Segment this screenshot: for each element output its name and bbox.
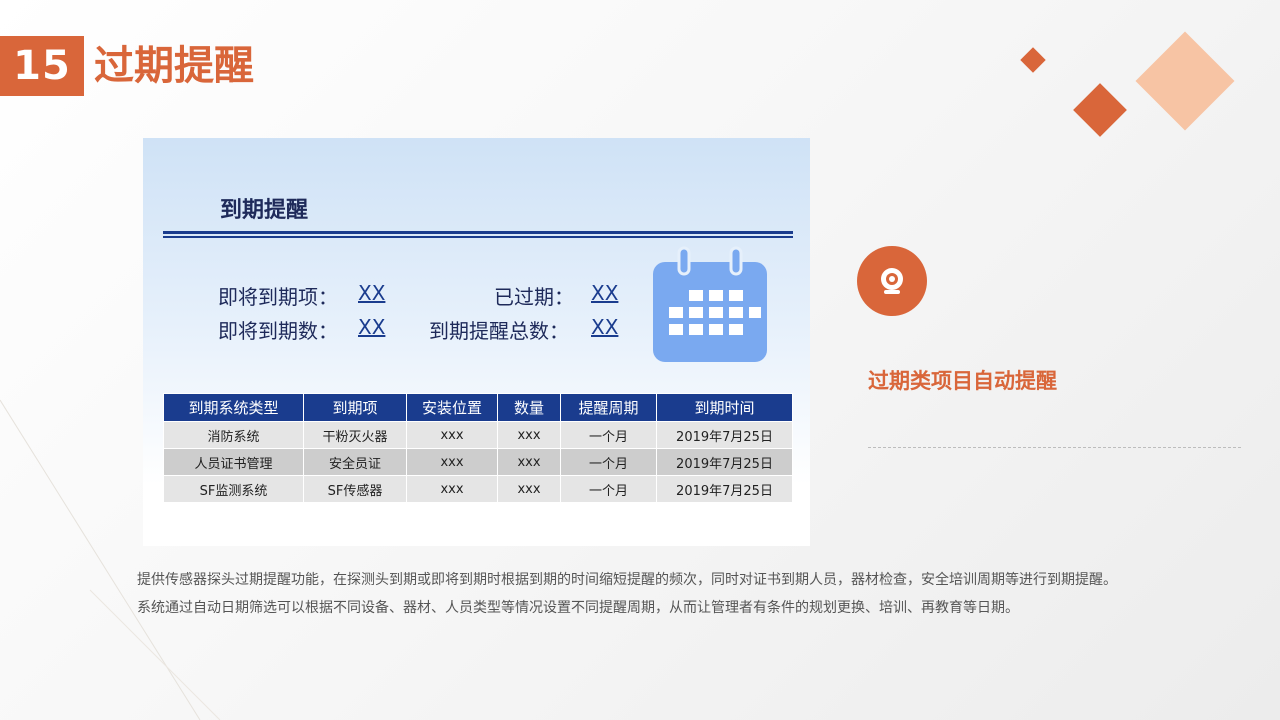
calendar-icon xyxy=(653,246,767,362)
col-header-system-type: 到期系统类型 xyxy=(163,393,304,422)
title-divider xyxy=(163,231,793,234)
table-cell: xxx xyxy=(406,475,498,503)
camera-icon xyxy=(881,268,903,294)
table-cell: xxx xyxy=(406,421,498,449)
col-header-location: 安装位置 xyxy=(406,393,498,422)
table-cell: 一个月 xyxy=(560,448,657,476)
table-cell: xxx xyxy=(497,475,561,503)
col-header-quantity: 数量 xyxy=(497,393,561,422)
upcoming-items-label: 即将到期项： xyxy=(218,285,338,309)
table-cell: 一个月 xyxy=(560,421,657,449)
table-cell: 干粉灭火器 xyxy=(303,421,407,449)
expiry-reminder-screenshot: 到期提醒 即将到期项： XX 即将到期数： XX 已过期： XX 到期提醒总数：… xyxy=(143,138,810,546)
description: 提供传感器探头过期提醒功能，在探测头到期或即将到期时根据到期的时间缩短提醒的频次… xyxy=(137,566,1207,622)
col-header-reminder-cycle: 提醒周期 xyxy=(560,393,657,422)
upcoming-count-value[interactable]: XX xyxy=(358,315,385,339)
col-header-item: 到期项 xyxy=(303,393,407,422)
table-header-row: 到期系统类型 到期项 安装位置 数量 提醒周期 到期时间 xyxy=(163,393,793,422)
table-row[interactable]: SF监测系统 SF传感器 xxx xxx 一个月 2019年7月25日 xyxy=(163,475,793,503)
upcoming-items-value[interactable]: XX xyxy=(358,281,385,305)
total-reminders-value[interactable]: XX xyxy=(591,315,618,339)
decorative-diamond-small xyxy=(1020,47,1046,73)
total-reminders-label: 到期提醒总数： xyxy=(429,319,569,343)
table-row[interactable]: 人员证书管理 安全员证 xxx xxx 一个月 2019年7月25日 xyxy=(163,448,793,476)
table-cell: xxx xyxy=(497,448,561,476)
decorative-diamond-large xyxy=(1135,31,1235,131)
table-cell: 一个月 xyxy=(560,475,657,503)
title-divider-secondary xyxy=(163,236,793,238)
expired-label: 已过期： xyxy=(494,285,574,309)
table-cell: 2019年7月25日 xyxy=(656,421,793,449)
table-row[interactable]: 消防系统 干粉灭火器 xxx xxx 一个月 2019年7月25日 xyxy=(163,421,793,449)
table-cell: 人员证书管理 xyxy=(163,448,304,476)
table-cell: SF监测系统 xyxy=(163,475,304,503)
panel-title: 到期提醒 xyxy=(220,198,309,223)
description-paragraph-2: 系统通过自动日期筛选可以根据不同设备、器材、人员类型等情况设置不同提醒周期，从而… xyxy=(137,600,1019,616)
section-number-badge: 15 xyxy=(0,36,84,96)
table-cell: xxx xyxy=(497,421,561,449)
table-cell: 安全员证 xyxy=(303,448,407,476)
dashed-divider xyxy=(868,447,1241,448)
expiry-table: 到期系统类型 到期项 安装位置 数量 提醒周期 到期时间 消防系统 干粉灭火器 … xyxy=(163,393,793,503)
col-header-expiry-date: 到期时间 xyxy=(656,393,793,422)
feature-title: 过期类项目自动提醒 xyxy=(868,369,1057,393)
table-cell: 2019年7月25日 xyxy=(656,475,793,503)
expired-value[interactable]: XX xyxy=(591,281,618,305)
upcoming-count-label: 即将到期数： xyxy=(218,319,338,343)
decorative-diamond-medium xyxy=(1073,83,1127,137)
page-title: 过期提醒 xyxy=(94,43,254,89)
table-cell: xxx xyxy=(406,448,498,476)
table-cell: SF传感器 xyxy=(303,475,407,503)
description-paragraph-1: 提供传感器探头过期提醒功能，在探测头到期或即将到期时根据到期的时间缩短提醒的频次… xyxy=(137,572,1117,588)
table-cell: 消防系统 xyxy=(163,421,304,449)
table-cell: 2019年7月25日 xyxy=(656,448,793,476)
feature-icon-circle xyxy=(857,246,927,316)
